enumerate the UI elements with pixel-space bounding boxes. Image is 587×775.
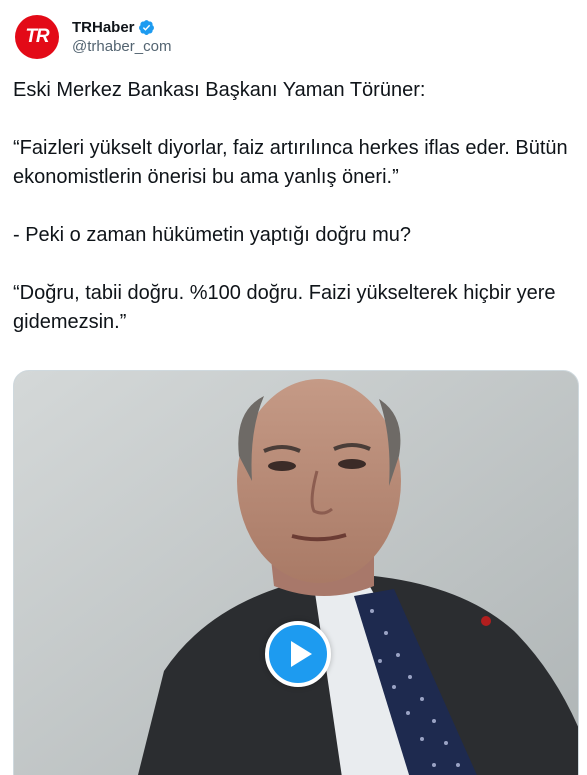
avatar[interactable]: TR [13,13,61,61]
tweet-header: TR TRHaber @trhaber_com [13,13,171,61]
tweet-card: TR TRHaber @trhaber_com Eski Merkez Bank… [0,0,587,775]
play-icon [290,641,312,667]
display-name-row: TRHaber [72,18,171,37]
tweet-line-quote-2: “Doğru, tabii doğru. %100 doğru. Faizi y… [13,282,556,333]
avatar-logo: TR [15,15,59,59]
author-names: TRHaber @trhaber_com [72,18,171,56]
video-player[interactable] [13,370,579,775]
tweet-line-quote-1: “Faizleri yükselt diyorlar, faiz artırıl… [13,137,568,188]
verified-badge-icon [138,20,154,35]
tweet-line-question: - Peki o zaman hükümetin yaptığı doğru m… [13,224,411,246]
tweet-text: Eski Merkez Bankası Başkanı Yaman Törüne… [13,76,573,337]
play-button[interactable] [265,621,331,687]
user-handle[interactable]: @trhaber_com [72,37,171,56]
tweet-line-speaker: Eski Merkez Bankası Başkanı Yaman Törüne… [13,79,426,101]
video-thumbnail [14,371,578,775]
display-name[interactable]: TRHaber [72,18,135,37]
